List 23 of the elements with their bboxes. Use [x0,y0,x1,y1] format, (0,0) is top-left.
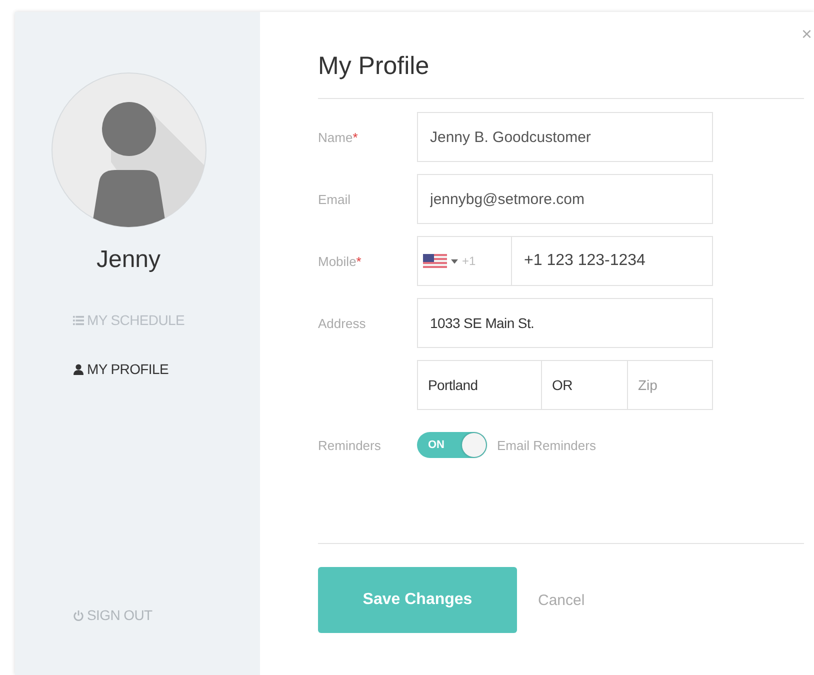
address-field[interactable]: 1033 SE Main St. [417,298,713,348]
required-mark: * [352,130,358,144]
field-label: Email [318,192,351,206]
user-name: Jenny [96,246,161,274]
field-label: Address [318,316,366,330]
state-field[interactable]: OR [541,360,627,410]
toggle-label: Email Reminders [497,438,596,452]
user-icon [73,364,84,374]
zip-field[interactable]: Zip [627,360,713,410]
dialog-title: My Profile [318,52,430,81]
field-label: Name [318,130,353,144]
input-field[interactable]: Jenny B. Goodcustomer [417,112,713,162]
city-field[interactable]: Portland [417,360,541,410]
field-label: Reminders [318,438,382,452]
nav-item[interactable]: MY PROFILE [73,361,185,377]
phone-field[interactable]: +1 123 123-1234 [512,236,713,286]
power-icon [73,610,84,620]
required-mark: * [356,254,362,268]
caret-icon [451,258,458,264]
field-label: Mobile [318,254,356,268]
list-icon [73,314,84,326]
input-field[interactable]: jennybg@setmore.com [417,174,713,224]
flag-icon [423,254,447,268]
